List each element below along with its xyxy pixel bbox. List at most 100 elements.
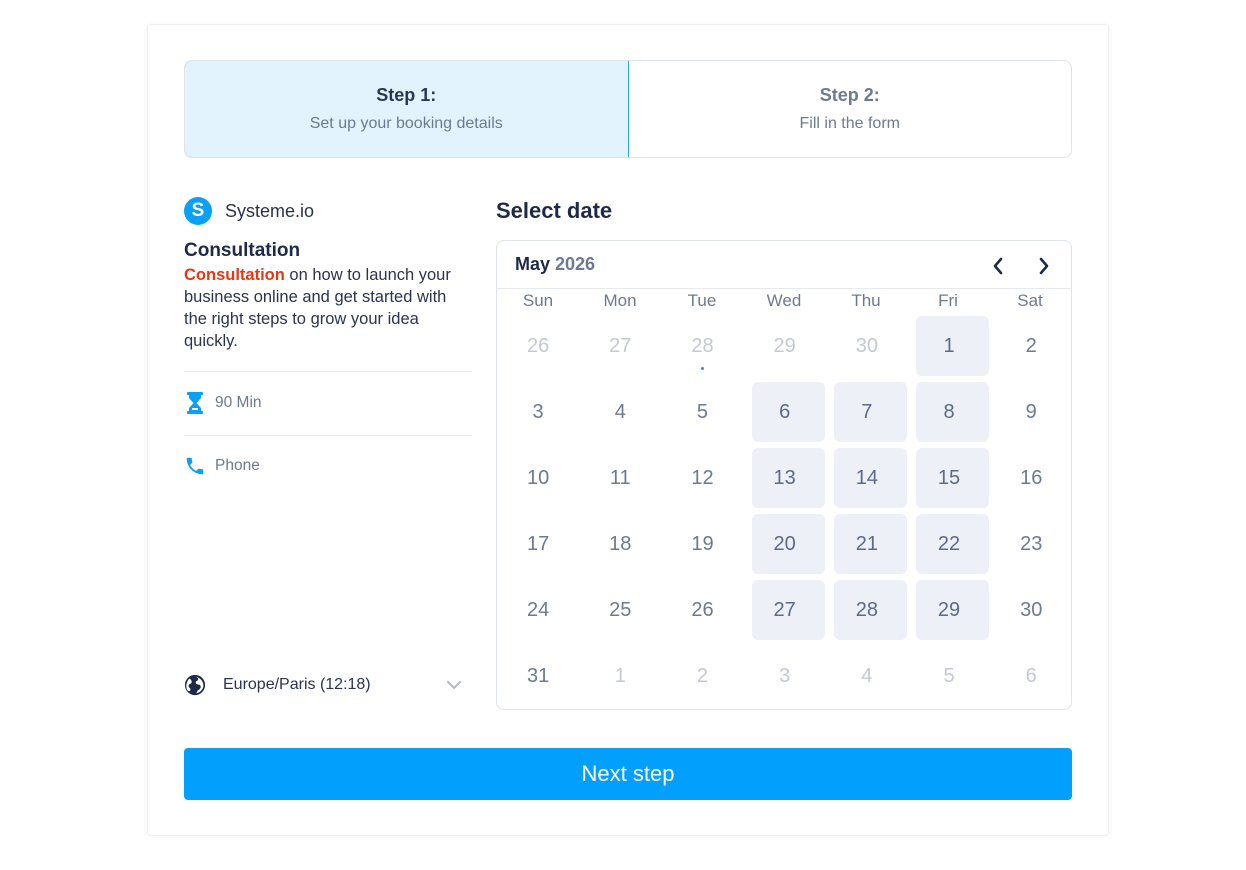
day-number: 6 <box>779 400 791 423</box>
previous-month-button[interactable] <box>987 255 1009 277</box>
day-number: 22 <box>937 532 961 555</box>
calendar-month: May <box>515 254 551 274</box>
weekday-label: Sun <box>522 291 554 310</box>
day-number: 14 <box>855 466 878 489</box>
calendar-day: 19 <box>661 511 743 577</box>
calendar-day: 2 <box>661 643 743 709</box>
day-number: 28 <box>691 334 714 357</box>
weekday-label: Fri <box>938 291 958 310</box>
calendar-day: 24 <box>497 577 579 643</box>
calendar-day: 11 <box>579 445 661 511</box>
today-indicator <box>700 367 704 370</box>
day-number: 30 <box>855 334 878 357</box>
calendar-day: 18 <box>579 511 661 577</box>
day-number: 17 <box>526 532 550 555</box>
day-number: 9 <box>1025 400 1037 423</box>
calendar-day: 26 <box>497 313 579 379</box>
day-number: 2 <box>696 664 709 687</box>
day-number: 1 <box>614 664 626 687</box>
calendar-day-available[interactable]: 29 <box>908 577 990 643</box>
calendar-day: 28 <box>661 313 743 379</box>
calendar-day: 4 <box>579 379 661 445</box>
calendar-day: 4 <box>826 643 908 709</box>
calendar-day: 30 <box>826 313 908 379</box>
step-2-subtitle: Fill in the form <box>799 115 900 132</box>
calendar-day: 25 <box>579 577 661 643</box>
calendar-day-available[interactable]: 20 <box>744 511 826 577</box>
divider <box>184 371 472 372</box>
day-number: 4 <box>614 400 626 423</box>
day-number: 5 <box>943 664 955 687</box>
weekday-label: Tue <box>687 291 717 310</box>
timezone-selector[interactable]: Europe/Paris (12:18) <box>184 674 462 696</box>
brand-logo-icon: S <box>184 197 212 225</box>
day-number: 7 <box>861 400 873 423</box>
day-number: 31 <box>526 664 550 687</box>
calendar-days: 26 27 28 29 30 1 2 3 4 5 6 7 8 9 10 11 12 13 14 15 16 17 18 19 2… <box>497 313 1071 709</box>
calendar-day-available[interactable]: 6 <box>744 379 826 445</box>
day-number: 16 <box>1020 466 1043 489</box>
day-number: 30 <box>1020 598 1043 621</box>
day-number: 29 <box>937 598 961 621</box>
phone-icon <box>186 457 204 475</box>
calendar-day: 5 <box>661 379 743 445</box>
next-step-button[interactable]: Next step <box>184 748 1072 800</box>
event-title: Consultation <box>184 240 301 261</box>
calendar-day-available[interactable]: 14 <box>826 445 908 511</box>
calendar-day: 5 <box>908 643 990 709</box>
day-number: 4 <box>861 664 873 687</box>
day-number: 26 <box>526 334 550 357</box>
day-number: 27 <box>773 598 796 621</box>
day-number: 3 <box>779 664 791 687</box>
weekday-label: Thu <box>851 291 881 310</box>
event-description-highlight: Consultation <box>184 266 285 284</box>
day-number: 5 <box>696 400 709 423</box>
weekday-label: Wed <box>766 291 802 310</box>
chevron-down-icon[interactable] <box>446 680 462 690</box>
calendar: May 2026 Sun Mon Tue Wed Thu Fri Sat 26 27 28 29 3… <box>496 240 1072 710</box>
calendar-year: 2026 <box>555 254 596 274</box>
calendar-day-available[interactable]: 28 <box>826 577 908 643</box>
day-number: 6 <box>1025 664 1037 687</box>
calendar-day-available[interactable]: 7 <box>826 379 908 445</box>
booking-steps: Step 1: Set up your booking details Step… <box>184 60 1072 158</box>
calendar-header: May 2026 <box>497 241 1071 289</box>
weekday-header: Sun Mon Tue Wed Thu Fri Sat <box>497 289 1071 313</box>
calendar-day-available[interactable]: 13 <box>744 445 826 511</box>
brand-name: Systeme.io <box>225 200 315 221</box>
divider <box>184 435 472 436</box>
calendar-day-available[interactable]: 22 <box>908 511 990 577</box>
calendar-heading: Select date <box>496 198 613 223</box>
weekday-label: Mon <box>603 291 637 310</box>
day-number: 12 <box>691 466 714 489</box>
calendar-day: 9 <box>990 379 1072 445</box>
calendar-day: 23 <box>990 511 1072 577</box>
event-location: Phone <box>184 454 260 478</box>
day-number: 24 <box>526 598 550 621</box>
day-number: 23 <box>1020 532 1043 555</box>
calendar-day: 2 <box>990 313 1072 379</box>
chevron-right-icon <box>1039 257 1049 275</box>
day-number: 29 <box>773 334 796 357</box>
day-number: 15 <box>937 466 961 489</box>
globe-icon <box>184 674 206 696</box>
day-number: 1 <box>943 334 955 357</box>
calendar-day: 3 <box>744 643 826 709</box>
calendar-day: 3 <box>497 379 579 445</box>
calendar-day: 6 <box>990 643 1072 709</box>
step-2-tab[interactable]: Step 2: Fill in the form <box>629 61 1072 157</box>
day-number: 10 <box>526 466 550 489</box>
calendar-day: 16 <box>990 445 1072 511</box>
calendar-day-available[interactable]: 27 <box>744 577 826 643</box>
timezone-label: Europe/Paris (12:18) <box>223 676 371 693</box>
calendar-day-available[interactable]: 21 <box>826 511 908 577</box>
calendar-day-available[interactable]: 8 <box>908 379 990 445</box>
event-description: Consultation on how to launch your busin… <box>184 264 459 352</box>
day-number: 2 <box>1025 334 1037 357</box>
step-1-tab[interactable]: Step 1: Set up your booking details <box>185 61 629 157</box>
calendar-day-available[interactable]: 1 <box>908 313 990 379</box>
weekday-label: Sat <box>1017 291 1043 310</box>
next-month-button[interactable] <box>1033 255 1055 277</box>
calendar-day-available[interactable]: 15 <box>908 445 990 511</box>
calendar-day: 26 <box>661 577 743 643</box>
